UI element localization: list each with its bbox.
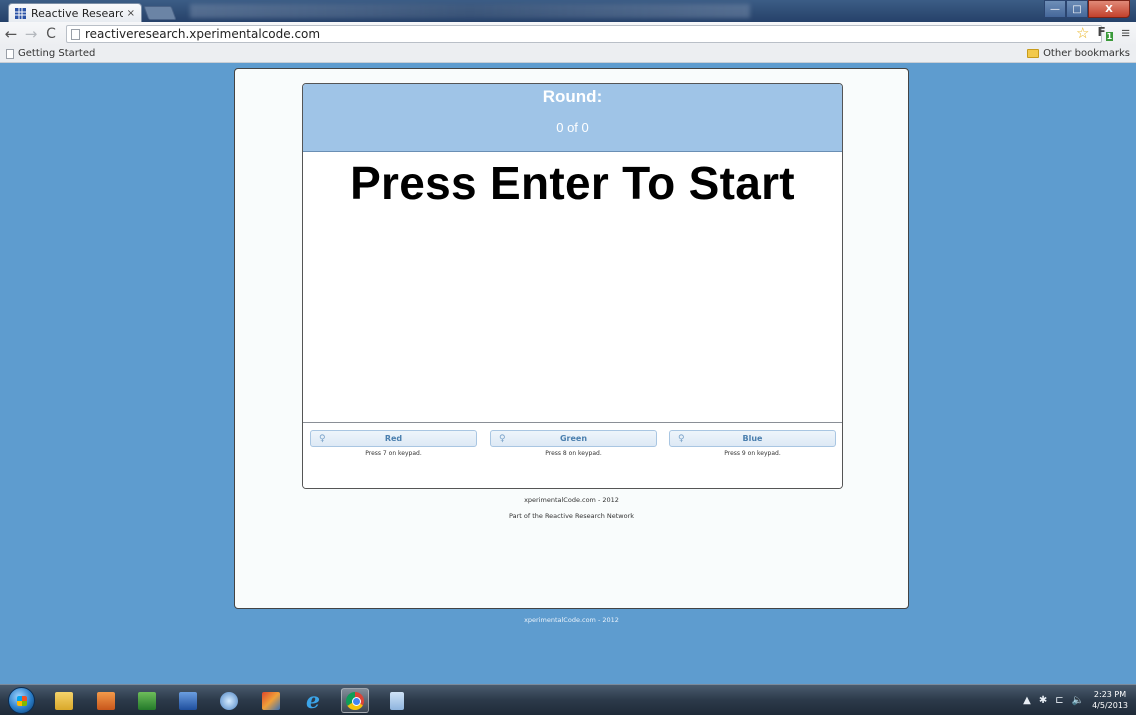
extension-letter: F	[1097, 24, 1106, 39]
browser-titlebar: Reactive Research v1.0 × — □ X	[0, 0, 1136, 22]
excel-icon[interactable]	[133, 688, 161, 713]
lightbulb-icon: ♀	[319, 434, 326, 444]
show-hidden-icons-icon[interactable]: ▲	[1023, 695, 1031, 706]
chrome-menu-icon[interactable]: ≡	[1121, 25, 1130, 42]
word-icon[interactable]	[174, 688, 202, 713]
internet-explorer-icon[interactable]: e	[299, 688, 327, 714]
outlook-icon[interactable]	[92, 688, 120, 713]
red-hint: Press 7 on keypad.	[365, 450, 422, 457]
browser-toolbar: ← → C reactiveresearch.xperimentalcode.c…	[0, 22, 1136, 46]
green-button-label: Green	[559, 434, 588, 443]
media-icon[interactable]	[257, 688, 285, 713]
maximize-button[interactable]: □	[1066, 0, 1088, 18]
other-bookmarks[interactable]: Other bookmarks	[1027, 48, 1130, 59]
green-button[interactable]: ♀ Green	[490, 430, 657, 447]
control-red: ♀ Red Press 7 on keypad.	[310, 430, 477, 457]
outer-footer: xperimentalCode.com - 2012	[524, 616, 619, 624]
forward-arrow-icon[interactable]: →	[22, 24, 40, 44]
window-controls: — □ X	[1044, 0, 1130, 18]
footer-network: Part of the Reactive Research Network	[508, 512, 635, 520]
tab-close-icon[interactable]: ×	[127, 8, 135, 19]
address-url: reactiveresearch.xperimentalcode.com	[85, 27, 321, 41]
bookmark-getting-started[interactable]: Getting Started	[6, 48, 95, 59]
new-tab-button[interactable]	[143, 6, 177, 20]
bookmark-star-icon[interactable]: ☆	[1076, 24, 1089, 42]
start-message: Press Enter To Start	[350, 157, 795, 209]
volume-icon[interactable]: 🔈	[1072, 695, 1084, 706]
round-title: Round:	[542, 87, 603, 106]
reload-icon[interactable]: C	[42, 24, 60, 44]
browser-tab[interactable]: Reactive Research v1.0 ×	[8, 3, 142, 22]
bookmarks-bar: Getting Started Other bookmarks	[0, 46, 1136, 63]
network-icon[interactable]: ✱	[1039, 695, 1047, 706]
taskbar-clock[interactable]: 2:23 PM 4/5/2013	[1092, 689, 1128, 711]
background-tabs	[190, 4, 750, 18]
page-favicon-icon	[15, 7, 26, 19]
control-green: ♀ Green Press 8 on keypad.	[490, 430, 657, 457]
toolbar-actions: ☆ F1 ≡	[1076, 24, 1130, 43]
extension-badge: 1	[1105, 32, 1114, 42]
start-button[interactable]	[8, 687, 35, 714]
system-tray: ▲ ✱ ⊏ 🔈 2:23 PM 4/5/2013	[1023, 689, 1128, 711]
action-center-icon[interactable]: ⊏	[1055, 695, 1063, 706]
footer-copyright: xperimentalCode.com - 2012	[524, 496, 619, 504]
page-icon	[71, 28, 80, 40]
blue-button[interactable]: ♀ Blue	[669, 430, 836, 447]
round-count: 0 of 0	[556, 120, 589, 135]
back-arrow-icon[interactable]: ←	[2, 24, 20, 44]
blue-hint: Press 9 on keypad.	[724, 450, 781, 457]
close-window-button[interactable]: X	[1088, 0, 1130, 18]
control-blue: ♀ Blue Press 9 on keypad.	[669, 430, 836, 457]
clock-time: 2:23 PM	[1093, 690, 1127, 699]
lightbulb-icon: ♀	[678, 434, 685, 444]
game-panel: Round: 0 of 0 Press Enter To Start ♀ Red…	[302, 83, 843, 489]
extension-icon[interactable]: F1	[1097, 24, 1114, 42]
minimize-button[interactable]: —	[1044, 0, 1066, 18]
bookmark-label: Getting Started	[18, 48, 96, 59]
lightbulb-icon: ♀	[499, 434, 506, 444]
controls-area: ♀ Red Press 7 on keypad. ♀ Green Press 8…	[303, 422, 842, 488]
file-explorer-icon[interactable]	[50, 688, 78, 713]
blue-button-label: Blue	[742, 434, 763, 443]
clock-date: 4/5/2013	[1092, 701, 1128, 710]
folder-icon	[1027, 49, 1040, 58]
tab-title: Reactive Research v1.0	[31, 6, 123, 20]
red-button-label: Red	[384, 434, 403, 443]
page-card: Round: 0 of 0 Press Enter To Start ♀ Red…	[234, 68, 909, 609]
bookmark-page-icon	[6, 48, 14, 59]
spotlight-icon[interactable]	[215, 688, 243, 713]
red-button[interactable]: ♀ Red	[310, 430, 477, 447]
windows-taskbar: e ▲ ✱ ⊏ 🔈 2:23 PM 4/5/2013	[0, 684, 1136, 715]
notepad-icon[interactable]	[383, 688, 411, 713]
round-header: Round: 0 of 0	[303, 84, 842, 152]
other-bookmarks-label: Other bookmarks	[1043, 48, 1130, 59]
chrome-icon[interactable]	[341, 688, 369, 713]
address-bar[interactable]: reactiveresearch.xperimentalcode.com	[66, 25, 1102, 43]
green-hint: Press 8 on keypad.	[545, 450, 602, 457]
